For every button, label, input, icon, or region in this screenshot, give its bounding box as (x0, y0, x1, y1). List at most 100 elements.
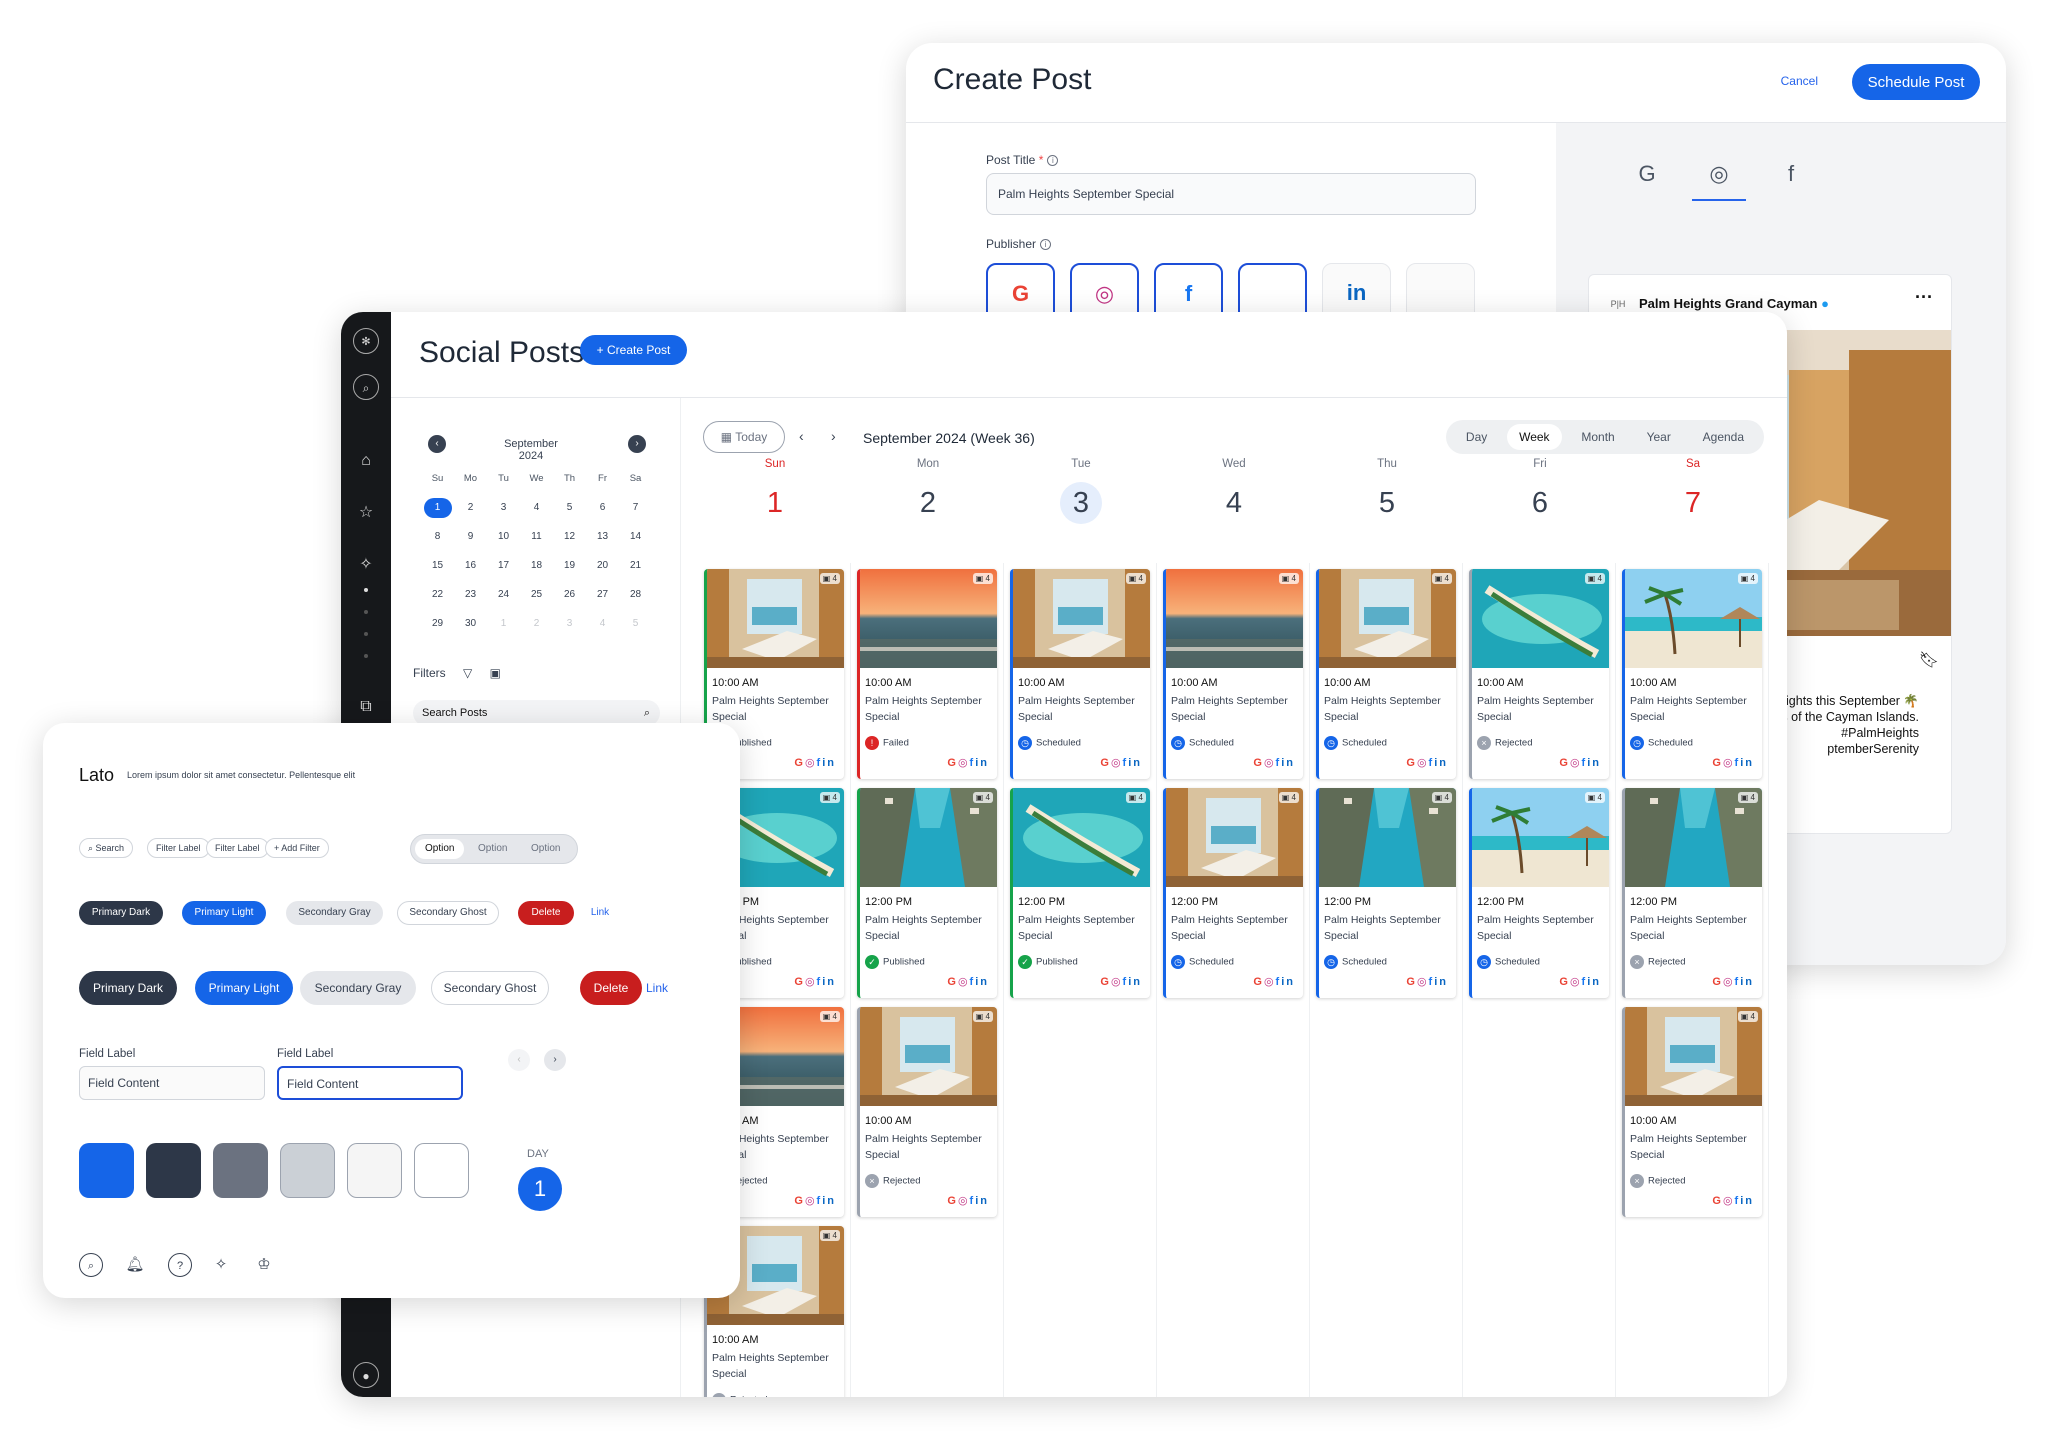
search-icon[interactable]: ⌕ (353, 374, 379, 400)
post-card[interactable]: ▣ 4 12:00 PM Palm Heights September Specia… (1469, 788, 1609, 998)
post-card[interactable]: ▣ 4 10:00 AM Palm Heights September Specia… (1622, 1007, 1762, 1217)
post-title-input[interactable]: Palm Heights September Special (986, 173, 1476, 215)
field-input[interactable]: Field Content (79, 1066, 265, 1100)
segment-option[interactable]: Option (468, 839, 517, 859)
mini-calendar-day[interactable]: 20 (586, 551, 619, 580)
filter-chip[interactable]: Filter Label (206, 838, 269, 858)
mini-calendar-day[interactable]: 16 (454, 551, 487, 580)
field-input-focused[interactable]: Field Content (277, 1066, 463, 1100)
mini-calendar-day[interactable]: 15 (421, 551, 454, 580)
search-icon[interactable]: ⌕ (79, 1253, 103, 1277)
crown-icon[interactable]: ♔ (252, 1253, 276, 1277)
segment-option[interactable]: Option (521, 839, 570, 859)
mini-calendar-day[interactable]: 1 (421, 493, 454, 522)
star-icon[interactable]: ☆ (353, 500, 379, 526)
home-icon[interactable]: ⌂ (353, 448, 379, 474)
secondary-ghost-button-large[interactable]: Secondary Ghost (431, 971, 549, 1005)
post-card[interactable]: ▣ 4 10:00 AM Palm Heights September Specia… (1010, 569, 1150, 779)
day-header-mon[interactable]: Mon 2 (852, 458, 1004, 524)
mini-calendar-prev-button[interactable]: ‹ (428, 435, 446, 453)
link-button-small[interactable]: Link (580, 901, 620, 925)
day-header-sun[interactable]: Sun 1 (699, 458, 851, 524)
secondary-gray-button-large[interactable]: Secondary Gray (300, 971, 416, 1005)
mini-calendar-day[interactable]: 24 (487, 580, 520, 609)
post-card[interactable]: ▣ 4 12:00 PM Palm Heights September Specia… (1010, 788, 1150, 998)
mini-calendar-day[interactable]: 27 (586, 580, 619, 609)
create-post-button[interactable]: + Create Post (580, 335, 687, 365)
mini-calendar-day[interactable]: 10 (487, 522, 520, 551)
preview-tab-google-icon[interactable]: G (1620, 161, 1674, 201)
secondary-gray-button-small[interactable]: Secondary Gray (286, 901, 383, 925)
mini-calendar-day[interactable]: 23 (454, 580, 487, 609)
mini-calendar-day[interactable]: 6 (586, 493, 619, 522)
mini-calendar-day[interactable]: 25 (520, 580, 553, 609)
mini-calendar-day[interactable]: 17 (487, 551, 520, 580)
mini-calendar-day[interactable]: 5 (553, 493, 586, 522)
bookmark-icon[interactable]: 🔖︎ (1919, 650, 1939, 670)
profile-icon[interactable]: ● (353, 1362, 379, 1388)
schedule-post-button[interactable]: Schedule Post (1852, 64, 1980, 100)
mini-calendar-next-button[interactable]: › (628, 435, 646, 453)
sparkle-icon[interactable]: ✧ (209, 1253, 233, 1277)
post-card[interactable]: ▣ 4 10:00 AM Palm Heights September Specia… (1316, 569, 1456, 779)
post-card[interactable]: ▣ 4 10:00 AM Palm Heights September Specia… (1469, 569, 1609, 779)
primary-light-button-large[interactable]: Primary Light (195, 971, 293, 1005)
mini-calendar-day[interactable]: 9 (454, 522, 487, 551)
mini-calendar-day[interactable]: 8 (421, 522, 454, 551)
day-header-thu[interactable]: Thu 5 (1311, 458, 1463, 524)
mini-calendar-day[interactable]: 5 (619, 609, 652, 638)
post-card[interactable]: ▣ 4 10:00 AM Palm Heights September Specia… (857, 1007, 997, 1217)
mini-calendar-day[interactable]: 26 (553, 580, 586, 609)
bell-icon[interactable]: 🔔︎ (123, 1253, 147, 1277)
sparkle-icon[interactable]: ✧ (353, 552, 379, 578)
mini-calendar-day[interactable]: 30 (454, 609, 487, 638)
mini-calendar-day[interactable]: 4 (586, 609, 619, 638)
mini-calendar-day[interactable]: 11 (520, 522, 553, 551)
mini-calendar-day[interactable]: 14 (619, 522, 652, 551)
preview-tab-instagram-icon[interactable]: ◎ (1692, 161, 1746, 201)
filter-chip[interactable]: Filter Label (147, 838, 210, 858)
info-icon[interactable]: i (1040, 239, 1052, 251)
today-button[interactable]: ▦ Today (703, 421, 785, 453)
post-card[interactable]: ▣ 4 10:00 AM Palm Heights September Specia… (1622, 569, 1762, 779)
day-header-fri[interactable]: Fri 6 (1464, 458, 1616, 524)
filter-chip[interactable]: ⌕ Search (79, 838, 134, 858)
next-week-button[interactable]: › (831, 428, 836, 444)
mini-calendar-day[interactable]: 3 (487, 493, 520, 522)
post-card[interactable]: ▣ 4 10:00 AM Palm Heights September Specia… (857, 569, 997, 779)
mini-calendar-day[interactable]: 19 (553, 551, 586, 580)
view-year-button[interactable]: Year (1635, 424, 1683, 450)
help-icon[interactable]: ? (168, 1253, 192, 1277)
nav-dot[interactable] (364, 588, 368, 592)
mini-calendar-day[interactable]: 18 (520, 551, 553, 580)
more-options-icon[interactable]: ··· (1915, 287, 1933, 308)
mini-calendar-day[interactable]: 21 (619, 551, 652, 580)
filter-chip[interactable]: + Add Filter (265, 838, 329, 858)
nav-dot[interactable] (364, 654, 368, 658)
nav-dot[interactable] (364, 610, 368, 614)
delete-button-large[interactable]: Delete (580, 971, 642, 1005)
mini-calendar-day[interactable]: 2 (520, 609, 553, 638)
mini-calendar-day[interactable]: 12 (553, 522, 586, 551)
preview-tab-apple-icon[interactable] (1836, 161, 1890, 201)
view-month-button[interactable]: Month (1569, 424, 1626, 450)
carousel-next-button[interactable]: › (544, 1049, 566, 1071)
primary-dark-button-small[interactable]: Primary Dark (79, 901, 163, 925)
post-card[interactable]: ▣ 4 10:00 AM Palm Heights September Specia… (1163, 569, 1303, 779)
mini-calendar-day[interactable]: 3 (553, 609, 586, 638)
hierarchy-icon[interactable]: ⧉ (353, 694, 379, 720)
view-week-button[interactable]: Week (1507, 424, 1562, 450)
post-card[interactable]: ▣ 4 12:00 PM Palm Heights September Specia… (1316, 788, 1456, 998)
view-agenda-button[interactable]: Agenda (1691, 424, 1756, 450)
day-header-wed[interactable]: Wed 4 (1158, 458, 1310, 524)
save-filter-icon[interactable]: ▣ (490, 666, 501, 680)
day-header-tue[interactable]: Tue 3 (1005, 458, 1157, 524)
post-card[interactable]: ▣ 4 12:00 PM Palm Heights September Specia… (1622, 788, 1762, 998)
secondary-ghost-button-small[interactable]: Secondary Ghost (397, 901, 499, 925)
mini-calendar-day[interactable]: 29 (421, 609, 454, 638)
prev-week-button[interactable]: ‹ (799, 428, 804, 444)
filter-icon[interactable]: ▽ (463, 666, 472, 680)
mini-calendar-day[interactable]: 13 (586, 522, 619, 551)
post-card[interactable]: ▣ 4 12:00 PM Palm Heights September Specia… (1163, 788, 1303, 998)
delete-button-small[interactable]: Delete (518, 901, 574, 925)
